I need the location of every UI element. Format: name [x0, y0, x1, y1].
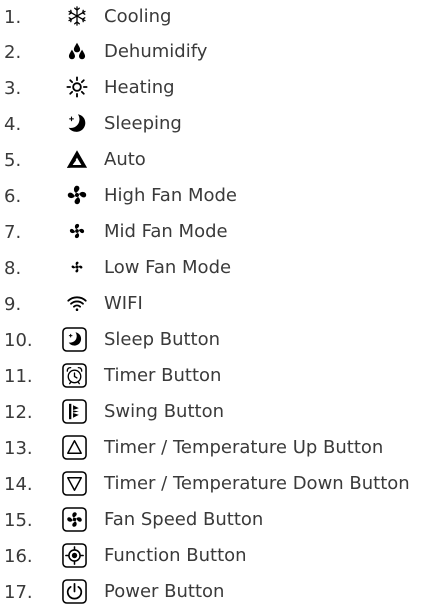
power-button-icon [62, 579, 87, 604]
item-label: Swing Button [104, 401, 224, 422]
item-number: 3. [4, 78, 22, 99]
item-label: Sleeping [104, 113, 182, 134]
item-number: 1. [4, 7, 22, 28]
item-number: 10. [4, 330, 33, 351]
fan-mid-icon [66, 220, 88, 242]
list-item: 10. Sleep Button [0, 325, 447, 355]
list-item: 15. Fan Speed Button [0, 505, 447, 535]
item-label: Timer / Temperature Up Button [104, 437, 384, 458]
list-item: 2. Dehumidify [0, 37, 447, 67]
item-label: Cooling [104, 6, 172, 27]
item-number: 9. [4, 294, 22, 315]
water-drops-icon [66, 40, 88, 62]
wifi-icon [66, 292, 88, 314]
item-label: Heating [104, 77, 175, 98]
swing-button-icon [62, 399, 87, 424]
item-label: Power Button [104, 581, 225, 602]
item-label: Low Fan Mode [104, 257, 232, 278]
list-item: 14. Timer / Temperature Down Button [0, 469, 447, 499]
sleep-button-icon [62, 327, 87, 352]
moon-icon [66, 112, 88, 134]
item-number: 16. [4, 546, 33, 567]
up-button-icon [62, 435, 87, 460]
list-item: 13. Timer / Temperature Up Button [0, 433, 447, 463]
snowflake-icon [66, 5, 88, 27]
list-item: 7. Mid Fan Mode [0, 217, 447, 247]
item-number: 5. [4, 150, 22, 171]
item-number: 17. [4, 582, 33, 603]
list-item: 11. Timer Button [0, 361, 447, 391]
item-label: Auto [104, 149, 146, 170]
item-label: Dehumidify [104, 41, 208, 62]
fan-high-icon [66, 184, 88, 206]
item-label: Function Button [104, 545, 247, 566]
list-item: 6. High Fan Mode [0, 181, 447, 211]
item-label: Mid Fan Mode [104, 221, 228, 242]
item-label: Sleep Button [104, 329, 221, 350]
list-item: 8. Low Fan Mode [0, 253, 447, 283]
item-number: 8. [4, 258, 22, 279]
item-number: 11. [4, 366, 33, 387]
timer-button-icon [62, 363, 87, 388]
fan-low-icon [66, 256, 88, 278]
item-number: 7. [4, 222, 22, 243]
item-number: 2. [4, 42, 22, 63]
list-item: 16. Function Button [0, 541, 447, 571]
item-label: High Fan Mode [104, 185, 237, 206]
item-number: 4. [4, 114, 22, 135]
item-label: WIFI [104, 293, 143, 314]
item-number: 14. [4, 474, 33, 495]
list-item: 17. Power Button [0, 577, 447, 607]
item-number: 13. [4, 438, 33, 459]
icon-legend-list: 1. Cooling 2. Dehumidify 3. Heating 4. S… [0, 0, 447, 616]
sun-icon [66, 76, 88, 98]
list-item: 1. Cooling [0, 2, 447, 32]
list-item: 4. Sleeping [0, 109, 447, 139]
item-label: Fan Speed Button [104, 509, 264, 530]
list-item: 3. Heating [0, 73, 447, 103]
list-item: 12. Swing Button [0, 397, 447, 427]
list-item: 9. WIFI [0, 289, 447, 319]
item-number: 12. [4, 402, 33, 423]
item-label: Timer Button [104, 365, 222, 386]
item-label: Timer / Temperature Down Button [104, 473, 410, 494]
list-item: 5. Auto [0, 145, 447, 175]
auto-triangle-icon [66, 148, 88, 170]
function-button-icon [62, 543, 87, 568]
item-number: 6. [4, 186, 22, 207]
down-button-icon [62, 471, 87, 496]
fan-speed-button-icon [62, 507, 87, 532]
item-number: 15. [4, 510, 33, 531]
